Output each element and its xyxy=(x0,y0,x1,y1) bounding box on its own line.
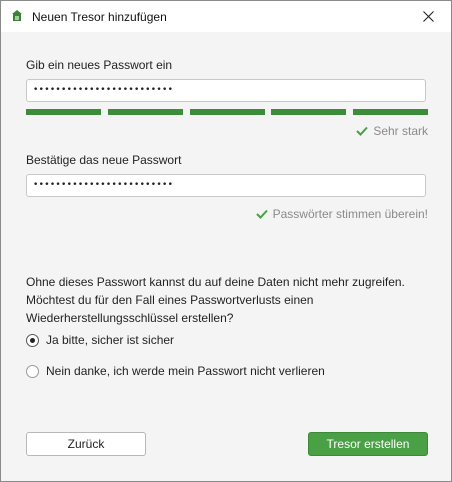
info-line: Möchtest du für den Fall eines Passwortv… xyxy=(26,293,314,307)
strength-status: Sehr stark xyxy=(356,124,428,138)
recovery-info-text: Ohne dieses Passwort kannst du auf deine… xyxy=(26,273,436,327)
match-status: Passwörter stimmen überein! xyxy=(255,207,428,221)
password-strength-meter xyxy=(26,109,428,115)
info-line: Ohne dieses Passwort kannst du auf deine… xyxy=(26,275,405,289)
window-title: Neuen Tresor hinzufügen xyxy=(32,10,167,24)
dialog-content: Gib ein neues Passwort ein •••••••••••••… xyxy=(1,32,451,481)
radio-option-yes[interactable]: Ja bitte, sicher ist sicher xyxy=(26,333,174,347)
create-vault-button[interactable]: Tresor erstellen xyxy=(308,432,428,456)
check-icon xyxy=(255,209,268,219)
radio-option-no[interactable]: Nein danke, ich werde mein Passwort nich… xyxy=(26,364,325,378)
dialog-window: Neuen Tresor hinzufügen Gib ein neues Pa… xyxy=(0,0,452,482)
strength-segment xyxy=(353,109,428,115)
info-line: Wiederherstellungsschlüssel erstellen? xyxy=(26,311,234,325)
close-icon xyxy=(422,11,434,22)
match-label: Passwörter stimmen überein! xyxy=(272,207,428,221)
strength-segment xyxy=(107,109,183,115)
back-button[interactable]: Zurück xyxy=(26,432,146,456)
radio-button[interactable] xyxy=(26,364,39,378)
strength-segment xyxy=(189,109,265,115)
new-password-label: Gib ein neues Passwort ein xyxy=(26,58,173,72)
strength-segment xyxy=(26,109,101,115)
title-bar: Neuen Tresor hinzufügen xyxy=(1,1,451,32)
strength-segment xyxy=(271,109,347,115)
confirm-password-label: Bestätige das neue Passwort xyxy=(26,153,182,167)
radio-button-selected[interactable] xyxy=(26,333,39,347)
radio-label: Ja bitte, sicher ist sicher xyxy=(46,333,175,347)
check-icon xyxy=(356,126,369,136)
app-icon xyxy=(12,10,22,21)
close-button[interactable] xyxy=(405,1,451,32)
strength-label: Sehr stark xyxy=(373,124,428,138)
new-password-field[interactable]: ••••••••••••••••••••••••• xyxy=(26,79,426,102)
radio-label: Nein danke, ich werde mein Passwort nich… xyxy=(46,364,325,378)
confirm-password-field[interactable]: ••••••••••••••••••••••••• xyxy=(26,174,426,197)
